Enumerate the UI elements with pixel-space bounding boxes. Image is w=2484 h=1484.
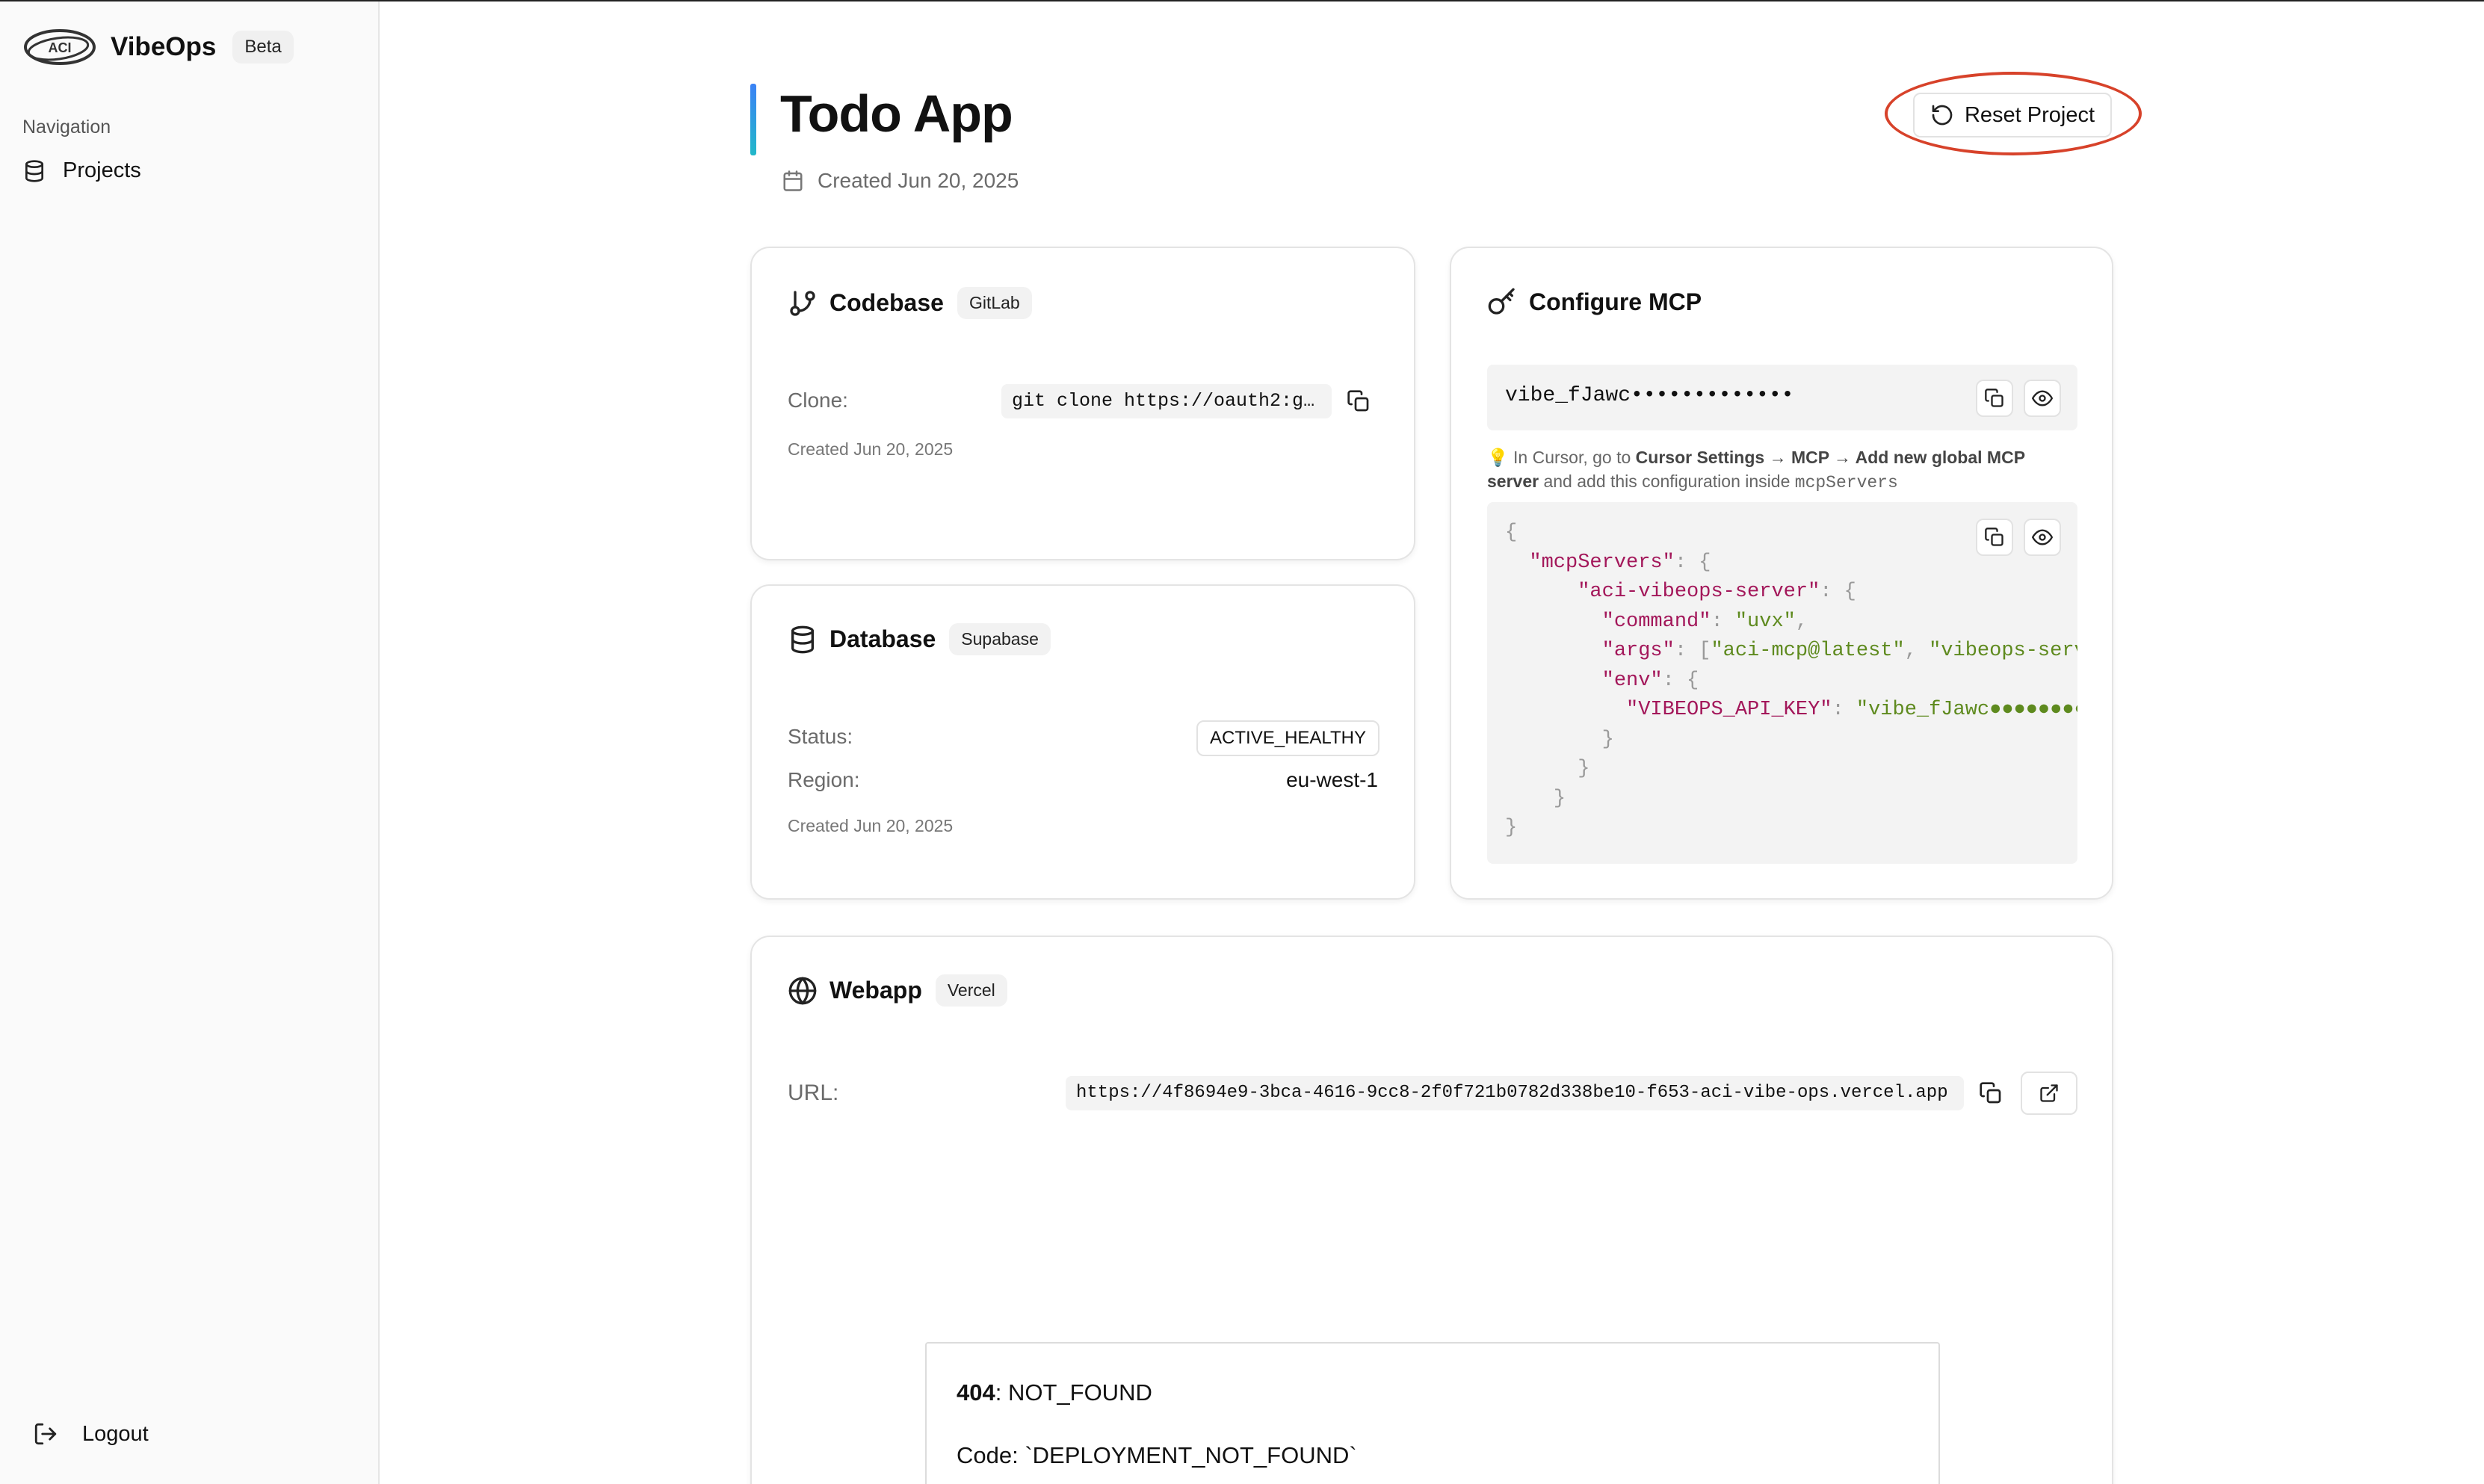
configure-mcp-card: Configure MCP vibe_fJawc••••••••••••• 💡 … xyxy=(1450,247,2113,900)
sidebar: ACI VibeOps Beta Navigation Projects Log… xyxy=(0,1,380,1484)
clone-label: Clone: xyxy=(788,389,848,412)
clone-command[interactable]: git clone https://oauth2:gl… xyxy=(1001,384,1332,418)
eye-icon xyxy=(2032,529,2053,545)
open-url-button[interactable] xyxy=(2021,1072,2077,1115)
git-branch-icon xyxy=(790,290,815,316)
mcp-config-code-block[interactable]: { "mcpServers": { "aci-vibeops-server": … xyxy=(1487,502,2077,864)
mcp-title: Configure MCP xyxy=(1529,288,1702,315)
mcp-hint: 💡 In Cursor, go to Cursor Settings → MCP… xyxy=(1487,445,2077,495)
copy-icon xyxy=(1980,1082,2001,1104)
database-card: Database Supabase Status: ACTIVE_HEALTHY… xyxy=(750,584,1415,900)
created-text: Created Jun 20, 2025 xyxy=(818,169,1019,192)
error-text: : NOT_FOUND xyxy=(995,1379,1152,1406)
reveal-key-button[interactable] xyxy=(2024,380,2061,417)
webapp-provider-badge: Vercel xyxy=(935,974,1007,1007)
copy-icon xyxy=(1985,389,2003,407)
calendar-icon xyxy=(783,170,803,191)
eye-icon xyxy=(2032,390,2053,406)
database-icon xyxy=(25,159,43,182)
database-provider-badge: Supabase xyxy=(949,623,1051,655)
page-title: Todo App xyxy=(780,84,1013,143)
region-value: eu-west-1 xyxy=(1286,768,1378,791)
database-header: Database Supabase xyxy=(788,623,1051,655)
nav-section-label: Navigation xyxy=(22,117,111,137)
database-title: Database xyxy=(829,625,936,652)
api-key-value[interactable]: vibe_fJawc••••••••••••• xyxy=(1505,384,1794,407)
copy-config-button[interactable] xyxy=(1976,519,2013,556)
webapp-header: Webapp Vercel xyxy=(788,974,1007,1007)
hint-mid: and add this configuration inside xyxy=(1543,472,1791,491)
beta-badge: Beta xyxy=(232,31,294,64)
status-label: Status: xyxy=(788,725,853,748)
logout-icon xyxy=(34,1423,57,1445)
error-heading: 404: NOT_FOUND xyxy=(957,1379,1152,1406)
copy-key-button[interactable] xyxy=(1976,380,2013,417)
copy-clone-button[interactable] xyxy=(1345,388,1372,415)
title-accent-bar xyxy=(750,84,756,155)
reveal-config-button[interactable] xyxy=(2024,519,2061,556)
copy-url-button[interactable] xyxy=(1977,1080,2004,1107)
webapp-preview-frame: 404: NOT_FOUND Code: `DEPLOYMENT_NOT_FOU… xyxy=(925,1342,1940,1484)
webapp-title: Webapp xyxy=(829,977,922,1004)
sidebar-item-label: Projects xyxy=(63,158,141,182)
codebase-created: Created Jun 20, 2025 xyxy=(788,439,954,459)
webapp-url[interactable]: https://4f8694e9-3bca-4616-9cc8-2f0f721b… xyxy=(1066,1076,1964,1110)
copy-icon xyxy=(1985,528,2003,546)
annotation-circle xyxy=(1885,72,2142,155)
brand[interactable]: ACI VibeOps Beta xyxy=(21,24,294,70)
region-label: Region: xyxy=(788,768,860,791)
status-badge: ACTIVE_HEALTHY xyxy=(1196,720,1380,756)
codebase-provider-badge: GitLab xyxy=(957,287,1032,319)
logo-text: ACI xyxy=(49,40,72,55)
logout-label: Logout xyxy=(82,1421,149,1446)
database-created: Created Jun 20, 2025 xyxy=(788,816,954,835)
error-code: 404 xyxy=(957,1379,995,1406)
error-detail: Code: `DEPLOYMENT_NOT_FOUND` xyxy=(957,1442,1357,1468)
api-key-box: vibe_fJawc••••••••••••• xyxy=(1487,365,2077,430)
project-created-date: Created Jun 20, 2025 xyxy=(782,169,1019,193)
url-label: URL: xyxy=(788,1080,839,1105)
lightbulb-icon: 💡 xyxy=(1487,448,1509,467)
mcp-header: Configure MCP xyxy=(1487,287,1702,317)
logout-button[interactable]: Logout xyxy=(33,1421,149,1447)
codebase-header: Codebase GitLab xyxy=(788,287,1032,319)
globe-icon xyxy=(788,977,817,1004)
aci-logo-icon: ACI xyxy=(24,29,96,65)
external-link-icon xyxy=(2040,1084,2058,1102)
database-icon xyxy=(791,625,814,653)
sidebar-item-projects[interactable]: Projects xyxy=(22,158,141,183)
copy-icon xyxy=(1347,390,1369,412)
codebase-card: Codebase GitLab Clone: git clone https:/… xyxy=(750,247,1415,560)
hint-pre: In Cursor, go to xyxy=(1513,448,1631,467)
key-icon xyxy=(1488,288,1515,315)
brand-name: VibeOps xyxy=(111,32,217,61)
hint-code: mcpServers xyxy=(1794,473,1898,492)
codebase-title: Codebase xyxy=(829,289,944,316)
mcp-config-json: { "mcpServers": { "aci-vibeops-server": … xyxy=(1505,522,2077,839)
